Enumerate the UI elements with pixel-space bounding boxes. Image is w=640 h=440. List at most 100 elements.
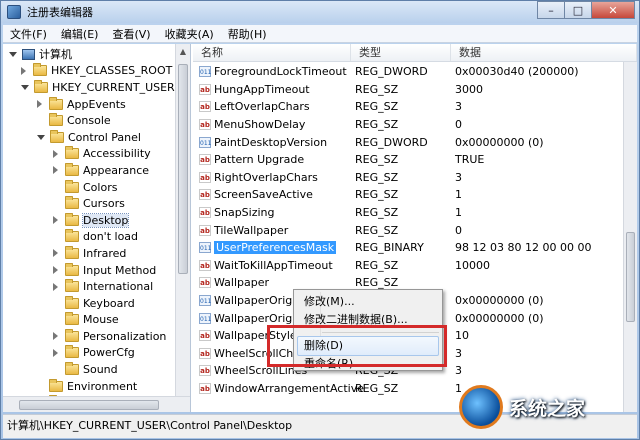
- string-value-icon: ab: [199, 171, 211, 183]
- tree-vertical-scrollbar[interactable]: ▲: [175, 44, 190, 396]
- string-value-icon: ab: [199, 224, 211, 236]
- string-value-icon: ab: [199, 207, 211, 219]
- value-row[interactable]: ab LeftOverlapChars REG_SZ 3: [193, 98, 623, 116]
- expanded-arrow-icon[interactable]: [37, 134, 45, 140]
- tree-item[interactable]: International: [3, 278, 175, 295]
- value-name-cell: 011 ForegroundLockTimeout: [193, 65, 351, 78]
- menu-item-modify[interactable]: 修改(M)...: [304, 293, 355, 311]
- menu-help[interactable]: 帮助(H): [221, 26, 274, 42]
- tree-item[interactable]: Environment: [3, 378, 175, 395]
- tree-hscroll-thumb[interactable]: [19, 400, 159, 410]
- tree-item[interactable]: Personalization: [3, 328, 175, 345]
- window-title: 注册表编辑器: [27, 6, 93, 19]
- string-value-icon: ab: [199, 101, 211, 113]
- tree-item[interactable]: Input Method: [3, 262, 175, 279]
- menu-favorites[interactable]: 收藏夹(A): [158, 26, 221, 42]
- maximize-button[interactable]: □: [564, 1, 592, 19]
- value-data: 10000: [455, 258, 490, 272]
- menu-file[interactable]: 文件(F): [3, 26, 54, 42]
- collapsed-arrow-icon[interactable]: [21, 66, 28, 75]
- tree-horizontal-scrollbar[interactable]: [3, 396, 190, 412]
- values-vertical-scrollbar[interactable]: [623, 62, 637, 412]
- value-row[interactable]: ab TileWallpaper REG_SZ 0: [193, 221, 623, 239]
- column-header-data[interactable]: 数据: [451, 44, 637, 61]
- value-row[interactable]: 011 PaintDesktopVersion REG_DWORD 0x0000000…: [193, 133, 623, 151]
- scroll-up-icon[interactable]: ▲: [176, 44, 190, 59]
- collapsed-arrow-icon[interactable]: [53, 282, 60, 291]
- collapsed-arrow-icon[interactable]: [37, 100, 44, 109]
- collapsed-arrow-icon[interactable]: [53, 166, 60, 175]
- tree-item[interactable]: Infrared: [3, 245, 175, 262]
- collapsed-arrow-icon[interactable]: [53, 149, 60, 158]
- value-row[interactable]: ab HungAppTimeout REG_SZ 3000: [193, 81, 623, 99]
- menu-edit[interactable]: 编辑(E): [54, 26, 106, 42]
- key-tree: 计算机 HKEY_CLASSES_ROOT HKEY_CURRENT_USER App…: [3, 46, 175, 411]
- value-name-cell: ab TileWallpaper: [193, 224, 351, 237]
- folder-icon: [65, 345, 79, 359]
- collapsed-arrow-icon[interactable]: [53, 332, 60, 341]
- tree-item[interactable]: Mouse: [3, 312, 175, 329]
- expanded-arrow-icon[interactable]: [21, 84, 29, 90]
- folder-icon: [65, 146, 79, 160]
- tree-item[interactable]: HKEY_CURRENT_USER: [3, 79, 175, 96]
- empty-expander: [53, 300, 60, 307]
- expanded-arrow-icon[interactable]: [9, 51, 17, 57]
- close-button[interactable]: ✕: [591, 1, 635, 19]
- folder-icon: [33, 63, 47, 77]
- tree-item[interactable]: Control Panel: [3, 129, 175, 146]
- empty-expander: [53, 200, 60, 207]
- tree-item-label: Personalization: [83, 329, 167, 343]
- folder-icon: [65, 362, 79, 376]
- tree-item[interactable]: AppEvents: [3, 96, 175, 113]
- value-row[interactable]: ab WaitToKillAppTimeout REG_SZ 10000: [193, 257, 623, 275]
- string-value-icon: ab: [199, 382, 211, 394]
- empty-expander: [53, 233, 60, 240]
- tree-item-label: 计算机: [39, 48, 72, 62]
- computer-icon: [22, 48, 35, 60]
- value-data: 0x00000000 (0): [455, 311, 544, 325]
- tree-scroll-thumb[interactable]: [178, 64, 188, 274]
- tree-item[interactable]: Sound: [3, 361, 175, 378]
- minimize-button[interactable]: –: [537, 1, 565, 19]
- title-bar[interactable]: 注册表编辑器 – □ ✕: [1, 1, 639, 23]
- value-type: REG_SZ: [355, 188, 399, 202]
- tree-item[interactable]: Desktop: [3, 212, 175, 229]
- column-header-name[interactable]: 名称: [193, 44, 351, 61]
- tree-item-label: AppEvents: [67, 97, 126, 111]
- collapsed-arrow-icon[interactable]: [53, 266, 60, 275]
- value-name-cell: 011 PaintDesktopVersion: [193, 136, 351, 149]
- menu-view[interactable]: 查看(V): [105, 26, 157, 42]
- tree-item[interactable]: Colors: [3, 179, 175, 196]
- tree-item[interactable]: Console: [3, 112, 175, 129]
- folder-icon: [34, 79, 48, 93]
- column-header-type[interactable]: 类型: [351, 44, 451, 61]
- value-row[interactable]: ab ScreenSaveActive REG_SZ 1: [193, 186, 623, 204]
- collapsed-arrow-icon[interactable]: [53, 348, 60, 357]
- folder-icon: [65, 212, 79, 226]
- tree-item[interactable]: Appearance: [3, 162, 175, 179]
- value-name: SnapSizing: [214, 206, 275, 220]
- collapsed-arrow-icon[interactable]: [53, 216, 60, 225]
- value-data: 0: [455, 223, 462, 237]
- value-data: 0: [455, 118, 462, 132]
- collapsed-arrow-icon[interactable]: [53, 249, 60, 258]
- value-row[interactable]: ab Pattern Upgrade REG_SZ TRUE: [193, 151, 623, 169]
- tree-item[interactable]: Keyboard: [3, 295, 175, 312]
- tree-item[interactable]: don't load: [3, 229, 175, 246]
- value-row[interactable]: 011 UserPreferencesMask REG_BINARY 98 12 03…: [193, 239, 623, 257]
- value-row[interactable]: ab MenuShowDelay REG_SZ 0: [193, 116, 623, 134]
- tree-item[interactable]: Accessibility: [3, 146, 175, 163]
- values-scroll-thumb[interactable]: [626, 232, 635, 322]
- tree-item[interactable]: Cursors: [3, 195, 175, 212]
- tree-item[interactable]: HKEY_CLASSES_ROOT: [3, 63, 175, 80]
- value-row[interactable]: ab RightOverlapChars REG_SZ 3: [193, 169, 623, 187]
- value-name-cell: ab WindowArrangementActive: [193, 382, 364, 395]
- tree-item-label: Appearance: [83, 163, 150, 177]
- folder-icon: [65, 196, 79, 210]
- tree-item[interactable]: PowerCfg: [3, 345, 175, 362]
- value-type: REG_SZ: [355, 276, 399, 290]
- tree-item[interactable]: 计算机: [3, 46, 175, 63]
- value-row[interactable]: ab SnapSizing REG_SZ 1: [193, 204, 623, 222]
- value-name: ScreenSaveActive: [214, 188, 313, 202]
- value-row[interactable]: 011 ForegroundLockTimeout REG_DWORD 0x00030…: [193, 63, 623, 81]
